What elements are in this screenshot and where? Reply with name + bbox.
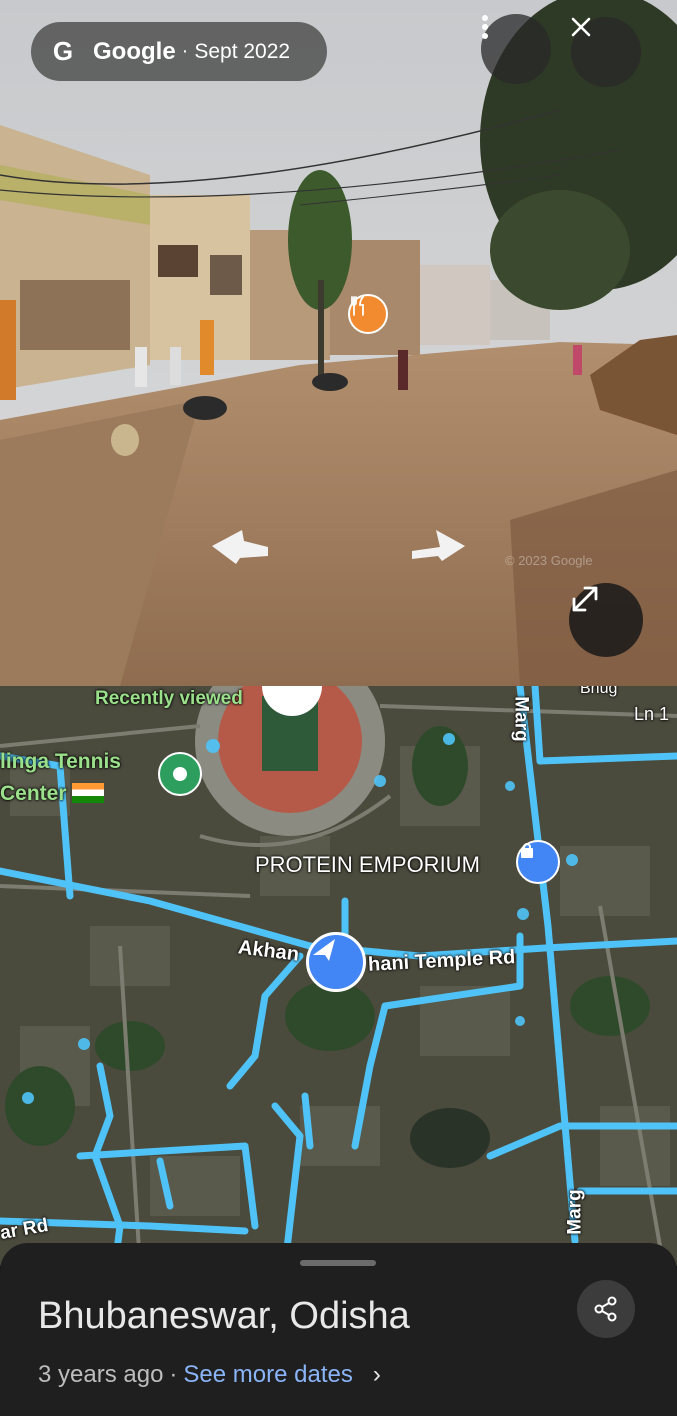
expand-icon	[572, 586, 598, 612]
close-button[interactable]	[571, 17, 641, 87]
recently-viewed-label[interactable]: Recently viewed	[95, 688, 243, 710]
share-button[interactable]	[577, 1280, 635, 1338]
place-bottom-sheet[interactable]: Bhubaneswar, Odisha 3 years ago · See mo…	[0, 1243, 677, 1416]
drag-handle[interactable]	[300, 1260, 376, 1266]
place-title: Bhubaneswar, Odisha	[38, 1295, 410, 1337]
tennis-center-label-line2[interactable]: Center	[0, 782, 67, 806]
imagery-date-chip[interactable]: G Google · Sept 2022	[31, 22, 327, 81]
tennis-center-marker[interactable]	[158, 752, 202, 796]
chevron-right-icon[interactable]: ›	[373, 1361, 381, 1389]
brand-label: Google	[93, 37, 176, 65]
india-flag-icon	[72, 783, 104, 803]
protein-emporium-label[interactable]: PROTEIN EMPORIUM	[255, 852, 480, 878]
meta-separator: ·	[169, 1361, 178, 1388]
see-more-dates-link[interactable]: See more dates	[183, 1361, 352, 1389]
restaurant-icon	[351, 296, 364, 316]
place-pin-icon	[173, 767, 187, 781]
imagery-meta-row: 3 years ago · See more dates ›	[38, 1361, 381, 1389]
heading-arrow-icon	[313, 939, 335, 961]
close-icon	[571, 17, 591, 37]
shop-marker[interactable]	[516, 840, 560, 884]
google-logo-icon: G	[52, 36, 74, 66]
bhug-label: Bhug	[580, 686, 618, 697]
marg-label-bottom: Marg	[564, 1189, 586, 1235]
tennis-center-label-line1[interactable]: linga Tennis	[0, 750, 121, 774]
restaurant-marker[interactable]	[348, 294, 388, 334]
lane-label: Ln 1	[634, 704, 670, 724]
copyright-watermark: © 2023 Google	[505, 553, 593, 568]
street-view-panorama[interactable]: G Google · Sept 2022 © 2023 Google	[0, 0, 677, 686]
imagery-age: 3 years ago	[38, 1361, 164, 1388]
marg-label-top: Marg	[510, 696, 532, 742]
capture-date: Sept 2022	[194, 39, 291, 63]
current-location-marker[interactable]	[306, 932, 366, 992]
separator-dot: ·	[181, 40, 189, 62]
share-icon	[594, 1296, 617, 1322]
fullscreen-button[interactable]	[569, 583, 643, 657]
more-vertical-icon	[482, 15, 488, 39]
map-view[interactable]: Recently viewed linga Tennis Center PROT…	[0, 686, 677, 1266]
more-options-button[interactable]	[481, 14, 551, 84]
shopping-bag-icon	[521, 843, 533, 858]
